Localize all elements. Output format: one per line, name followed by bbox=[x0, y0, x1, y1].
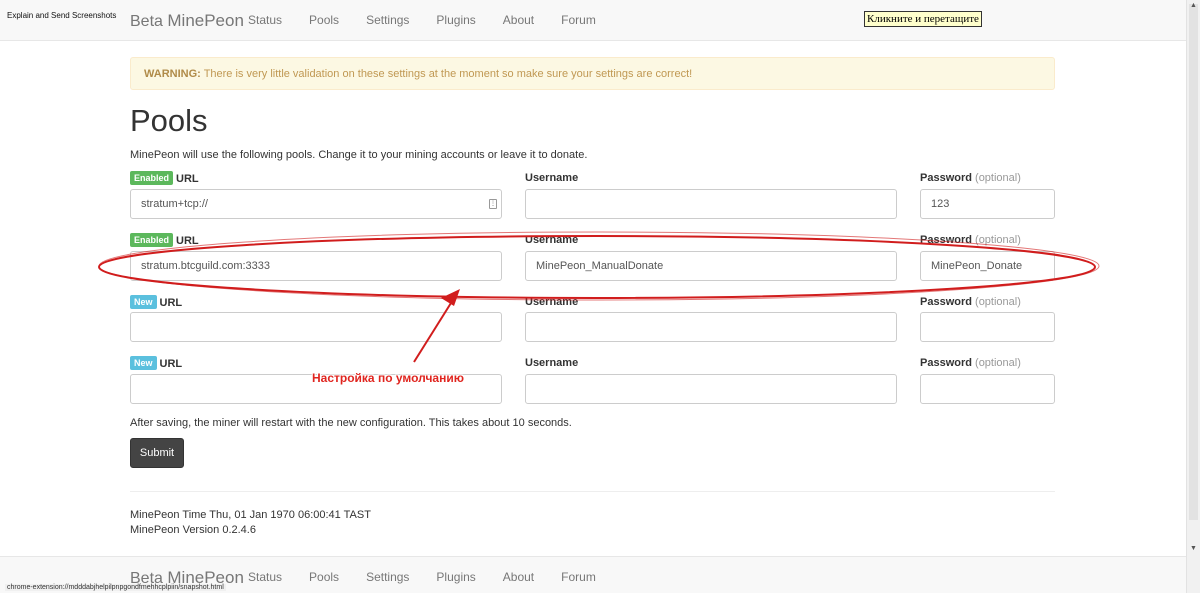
pool-3-url-label: New URL bbox=[130, 295, 182, 309]
scroll-up-icon[interactable]: ▲ bbox=[1190, 2, 1197, 9]
warning-alert: WARNING: There is very little validation… bbox=[130, 57, 1055, 90]
pool-3-password-input[interactable] bbox=[920, 312, 1055, 342]
nav-about[interactable]: About bbox=[503, 13, 534, 27]
status-bar-url: chrome-extension://mdddabjhelpilpnpgondf… bbox=[5, 584, 226, 591]
nav-settings[interactable]: Settings bbox=[366, 570, 409, 584]
nav-forum[interactable]: Forum bbox=[561, 13, 596, 27]
pool-2-url-label: Enabled URL bbox=[130, 233, 199, 247]
footer-divider bbox=[130, 491, 1055, 492]
brand-name: MinePeon bbox=[167, 11, 244, 30]
nav-settings[interactable]: Settings bbox=[366, 13, 409, 27]
pool-4-password-input[interactable] bbox=[920, 374, 1055, 404]
pool-4-username-label: Username bbox=[525, 357, 579, 369]
pool-3-password-label: Password (optional) bbox=[920, 296, 1021, 308]
arrow-head-icon bbox=[441, 289, 460, 306]
pool-1-password-label: Password (optional) bbox=[920, 172, 1021, 184]
page-intro: MinePeon will use the following pools. C… bbox=[130, 149, 588, 161]
nav-status[interactable]: Status bbox=[248, 570, 282, 584]
pool-4-url-label: New URL bbox=[130, 356, 182, 370]
nav-forum[interactable]: Forum bbox=[561, 570, 596, 584]
nav-about[interactable]: About bbox=[503, 570, 534, 584]
nav-pools[interactable]: Pools bbox=[309, 570, 339, 584]
pool-2-username-input[interactable]: MinePeon_ManualDonate bbox=[525, 251, 897, 281]
page-title: Pools bbox=[130, 103, 208, 138]
scroll-down-icon[interactable]: ▼ bbox=[1190, 545, 1197, 552]
nav-pools[interactable]: Pools bbox=[309, 13, 339, 27]
nav-status[interactable]: Status bbox=[248, 13, 282, 27]
vertical-scrollbar[interactable]: ▲ ▼ bbox=[1186, 0, 1200, 593]
pool-1-password-input[interactable]: 123 bbox=[920, 189, 1055, 219]
brand-prefix: Beta bbox=[130, 13, 163, 30]
warning-text: There is very little validation on these… bbox=[203, 68, 693, 80]
minepeon-time: MinePeon Time Thu, 01 Jan 1970 06:00:41 … bbox=[130, 509, 371, 521]
pool-2-username-label: Username bbox=[525, 234, 579, 246]
brand-logo[interactable]: Beta MinePeon bbox=[130, 11, 244, 31]
pool-1-username-label: Username bbox=[525, 172, 579, 184]
status-badge: New bbox=[130, 295, 157, 309]
pool-2-password-label: Password (optional) bbox=[920, 234, 1021, 246]
status-badge: Enabled bbox=[130, 171, 174, 185]
minepeon-version: MinePeon Version 0.2.4.6 bbox=[130, 524, 256, 536]
status-badge: Enabled bbox=[130, 233, 174, 247]
restart-note: After saving, the miner will restart wit… bbox=[130, 417, 572, 429]
pool-2-url-input[interactable]: stratum.btcguild.com:3333 bbox=[130, 251, 502, 281]
nav-plugins[interactable]: Plugins bbox=[436, 13, 475, 27]
warning-title: WARNING: bbox=[144, 68, 201, 80]
pool-4-username-input[interactable] bbox=[525, 374, 897, 404]
submit-button[interactable]: Submit bbox=[130, 438, 184, 468]
pool-3-username-input[interactable] bbox=[525, 312, 897, 342]
drag-tooltip[interactable]: Кликните и перетащите bbox=[864, 11, 982, 27]
status-badge: New bbox=[130, 356, 157, 370]
nav-plugins[interactable]: Plugins bbox=[436, 570, 475, 584]
annotation-label: Настройка по умолчанию bbox=[312, 371, 464, 385]
explain-send-screenshots-button[interactable]: Explain and Send Screenshots bbox=[7, 11, 116, 20]
pool-2-password-input[interactable]: MinePeon_Donate bbox=[920, 251, 1055, 281]
pool-3-url-input[interactable] bbox=[130, 312, 502, 342]
pool-3-username-label: Username bbox=[525, 296, 579, 308]
nav-links: Status Pools Settings Plugins About Foru… bbox=[248, 13, 623, 27]
pool-1-url-label: Enabled URL bbox=[130, 171, 199, 185]
pool-4-password-label: Password (optional) bbox=[920, 357, 1021, 369]
autofill-icon[interactable]: ⋮ bbox=[489, 199, 497, 209]
nav-links: Status Pools Settings Plugins About Foru… bbox=[248, 570, 623, 584]
top-navbar: Explain and Send Screenshots Beta MinePe… bbox=[0, 0, 1186, 41]
pool-1-url-input[interactable]: stratum+tcp:// ⋮ bbox=[130, 189, 502, 219]
pool-1-username-input[interactable] bbox=[525, 189, 897, 219]
scrollbar-thumb[interactable] bbox=[1189, 4, 1198, 520]
